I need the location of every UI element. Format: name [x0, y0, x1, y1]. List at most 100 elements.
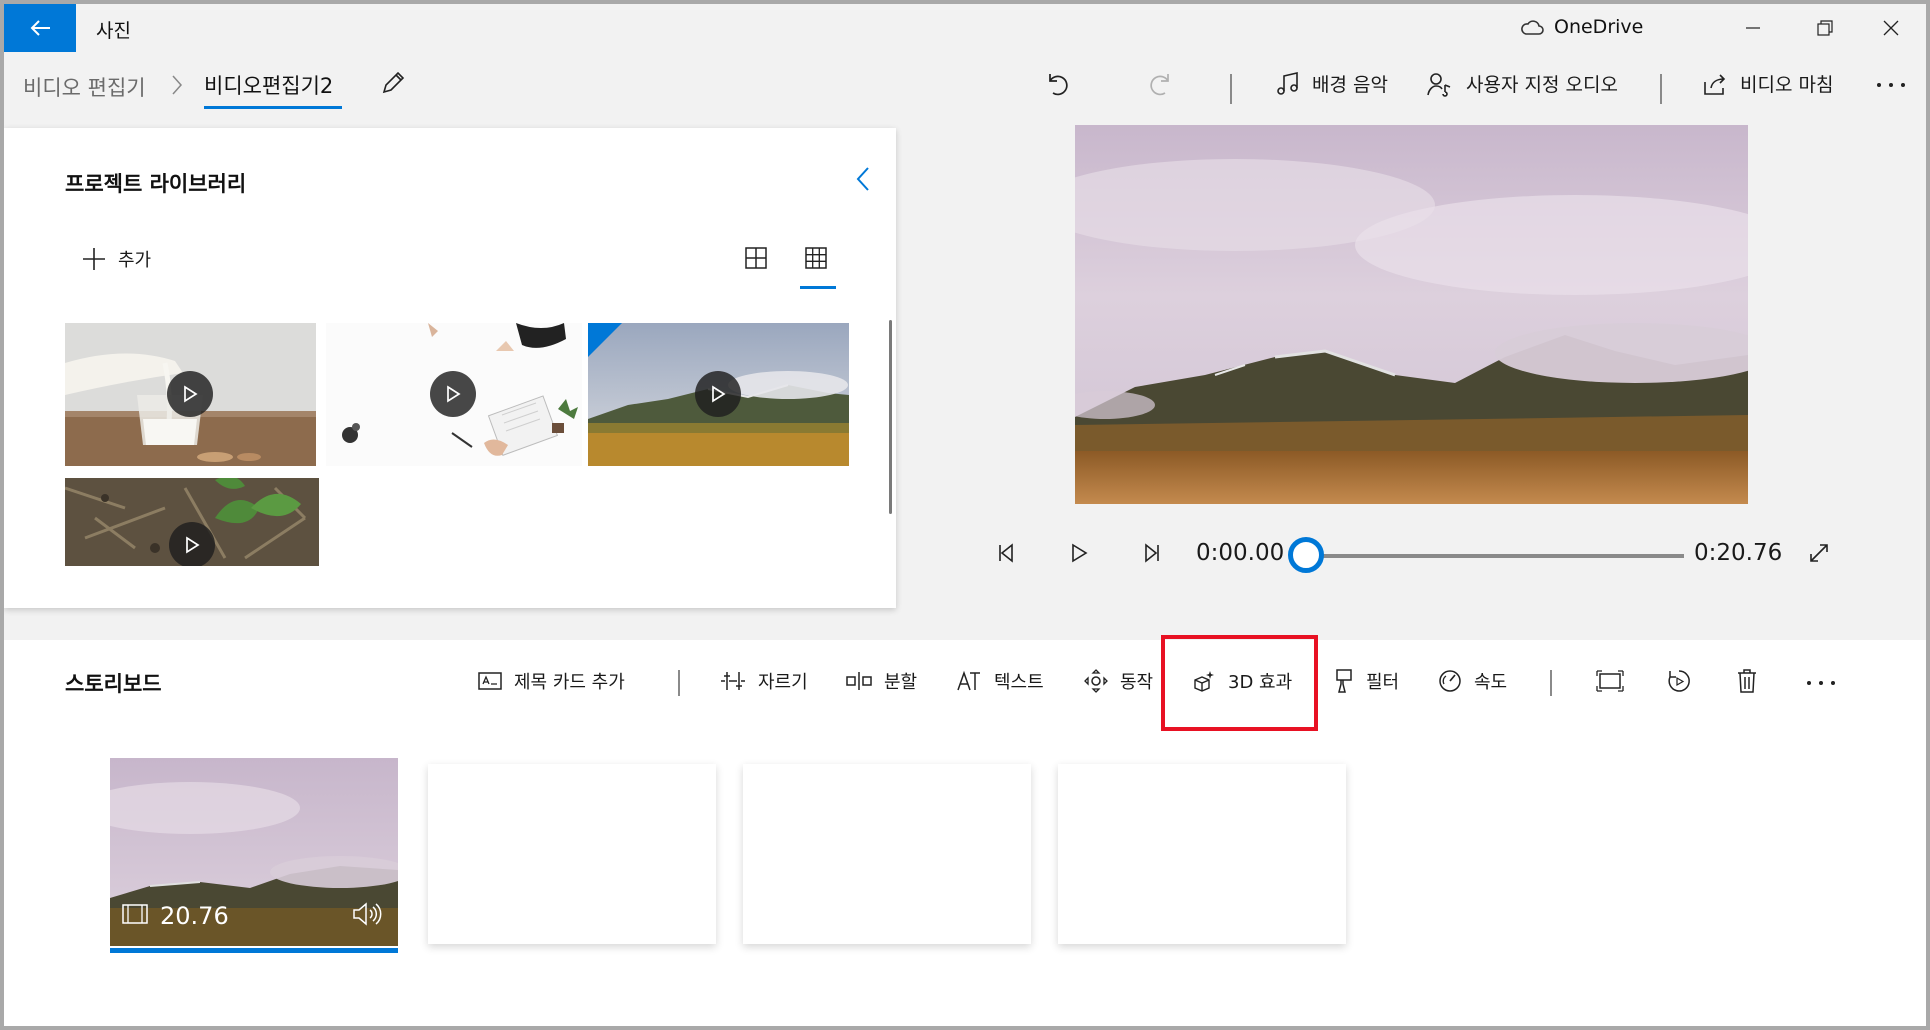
custom-audio-label: 사용자 지정 오디오 [1466, 74, 1618, 96]
library-item-forest[interactable] [65, 478, 319, 566]
app-window: 사진 OneDrive 비디오 편집기 비디오편집기2 배경 음악 사용자 지정… [4, 4, 1926, 1026]
selected-clip-underline [110, 948, 398, 953]
large-grid-view-icon[interactable] [744, 246, 768, 270]
library-item-milk[interactable] [65, 323, 316, 466]
breadcrumb-underline [204, 106, 342, 109]
onedrive-status[interactable]: OneDrive [1520, 16, 1643, 38]
storyboard-clip-4-empty[interactable] [1058, 764, 1346, 944]
restore-icon [1817, 20, 1833, 36]
add-title-card-button[interactable]: 제목 카드 추가 [478, 668, 625, 694]
back-button[interactable] [4, 4, 76, 52]
play-badge [167, 371, 213, 417]
undo-icon[interactable] [1044, 70, 1070, 98]
background-music-button[interactable]: 배경 음악 [1276, 70, 1388, 97]
storyboard-clip-3-empty[interactable] [743, 764, 1031, 944]
share-icon [1704, 73, 1726, 95]
library-scrollbar[interactable] [889, 320, 892, 514]
resize-icon[interactable] [1596, 670, 1624, 692]
play-icon [184, 385, 198, 403]
motion-icon [1084, 669, 1108, 693]
rotate-icon[interactable] [1666, 668, 1692, 694]
filters-label: 필터 [1366, 672, 1400, 693]
play-badge [169, 522, 215, 566]
collapse-chevron-icon[interactable] [854, 164, 872, 194]
video-preview[interactable] [1075, 125, 1748, 504]
seek-handle[interactable] [1288, 537, 1324, 573]
previous-frame-icon[interactable] [996, 542, 1018, 564]
split-icon [846, 672, 872, 690]
play-icon [186, 536, 200, 554]
library-title: 프로젝트 라이브러리 [65, 172, 247, 196]
person-audio-icon [1427, 72, 1451, 97]
filter-brush-icon [1336, 669, 1352, 693]
fullscreen-icon[interactable] [1808, 542, 1830, 564]
redo-icon[interactable] [1148, 70, 1174, 98]
clip-duration: 20.76 [160, 902, 229, 930]
filters-button[interactable]: 필터 [1334, 668, 1399, 694]
library-item-mountains[interactable] [588, 323, 849, 466]
cloud-icon [1521, 20, 1544, 35]
film-strip-icon [122, 904, 148, 924]
minimize-button[interactable] [1718, 4, 1788, 52]
delete-icon[interactable] [1736, 668, 1758, 694]
add-media-label: 추가 [118, 250, 152, 271]
custom-audio-button[interactable]: 사용자 지정 오디오 [1426, 70, 1618, 97]
highlight-box [1161, 635, 1318, 731]
chevron-right-icon [172, 75, 183, 95]
play-badge [430, 371, 476, 417]
background-music-label: 배경 음악 [1312, 74, 1388, 96]
more-options-icon[interactable] [1806, 680, 1836, 686]
trim-icon [721, 672, 745, 690]
preview-landscape-image [1075, 125, 1748, 504]
speed-gauge-icon [1439, 670, 1461, 692]
speed-label: 속도 [1474, 672, 1508, 693]
storyboard-divider [1550, 670, 1552, 696]
trim-label: 자르기 [758, 672, 808, 693]
split-button[interactable]: 분할 [846, 668, 917, 694]
text-button[interactable]: 텍스트 [956, 668, 1044, 694]
plus-icon [83, 248, 105, 270]
arrow-left-icon [30, 20, 50, 36]
play-icon [447, 385, 461, 403]
more-options-icon[interactable] [1876, 82, 1906, 88]
restore-button[interactable] [1790, 4, 1860, 52]
finish-video-button[interactable]: 비디오 마침 [1702, 70, 1833, 97]
seek-track[interactable] [1304, 554, 1684, 558]
breadcrumb-root[interactable]: 비디오 편집기 [23, 72, 146, 102]
library-item-desk[interactable] [326, 323, 582, 466]
play-badge [695, 371, 741, 417]
view-selected-underline [800, 286, 836, 289]
in-use-corner-icon [588, 323, 622, 357]
speed-button[interactable]: 속도 [1438, 668, 1507, 694]
total-time: 0:20.76 [1694, 540, 1783, 566]
motion-button[interactable]: 동작 [1084, 668, 1153, 694]
text-label: 텍스트 [994, 672, 1044, 693]
storyboard-title: 스토리보드 [65, 672, 162, 696]
pencil-icon[interactable] [380, 70, 406, 96]
small-grid-view-icon[interactable] [804, 246, 828, 270]
onedrive-label: OneDrive [1554, 16, 1644, 38]
speaker-icon[interactable] [352, 902, 382, 926]
project-library-panel: 프로젝트 라이브러리 추가 [4, 128, 896, 608]
toolbar-divider [1660, 74, 1662, 104]
play-button-icon[interactable] [1068, 542, 1090, 564]
title-card-icon [478, 672, 502, 690]
toolbar-divider [1230, 74, 1232, 104]
add-title-card-label: 제목 카드 추가 [514, 672, 625, 693]
add-media-button[interactable]: 추가 [82, 246, 151, 272]
storyboard-clip-1[interactable]: 20.76 [80, 758, 410, 946]
split-label: 분할 [884, 672, 918, 693]
text-icon [957, 670, 980, 691]
close-button[interactable] [1856, 4, 1926, 52]
music-note-icon [1277, 71, 1298, 95]
next-frame-icon[interactable] [1140, 542, 1162, 564]
storyboard-clip-2-empty[interactable] [428, 764, 716, 944]
command-bar: 비디오 편집기 비디오편집기2 배경 음악 사용자 지정 오디오 비디오 마침 [4, 52, 1926, 128]
storyboard-divider [678, 670, 680, 696]
title-bar: 사진 OneDrive [4, 4, 1926, 52]
breadcrumb-current: 비디오편집기2 [204, 74, 334, 98]
minimize-icon [1746, 27, 1760, 29]
close-icon [1883, 20, 1899, 36]
app-title: 사진 [96, 20, 131, 42]
trim-button[interactable]: 자르기 [720, 668, 808, 694]
